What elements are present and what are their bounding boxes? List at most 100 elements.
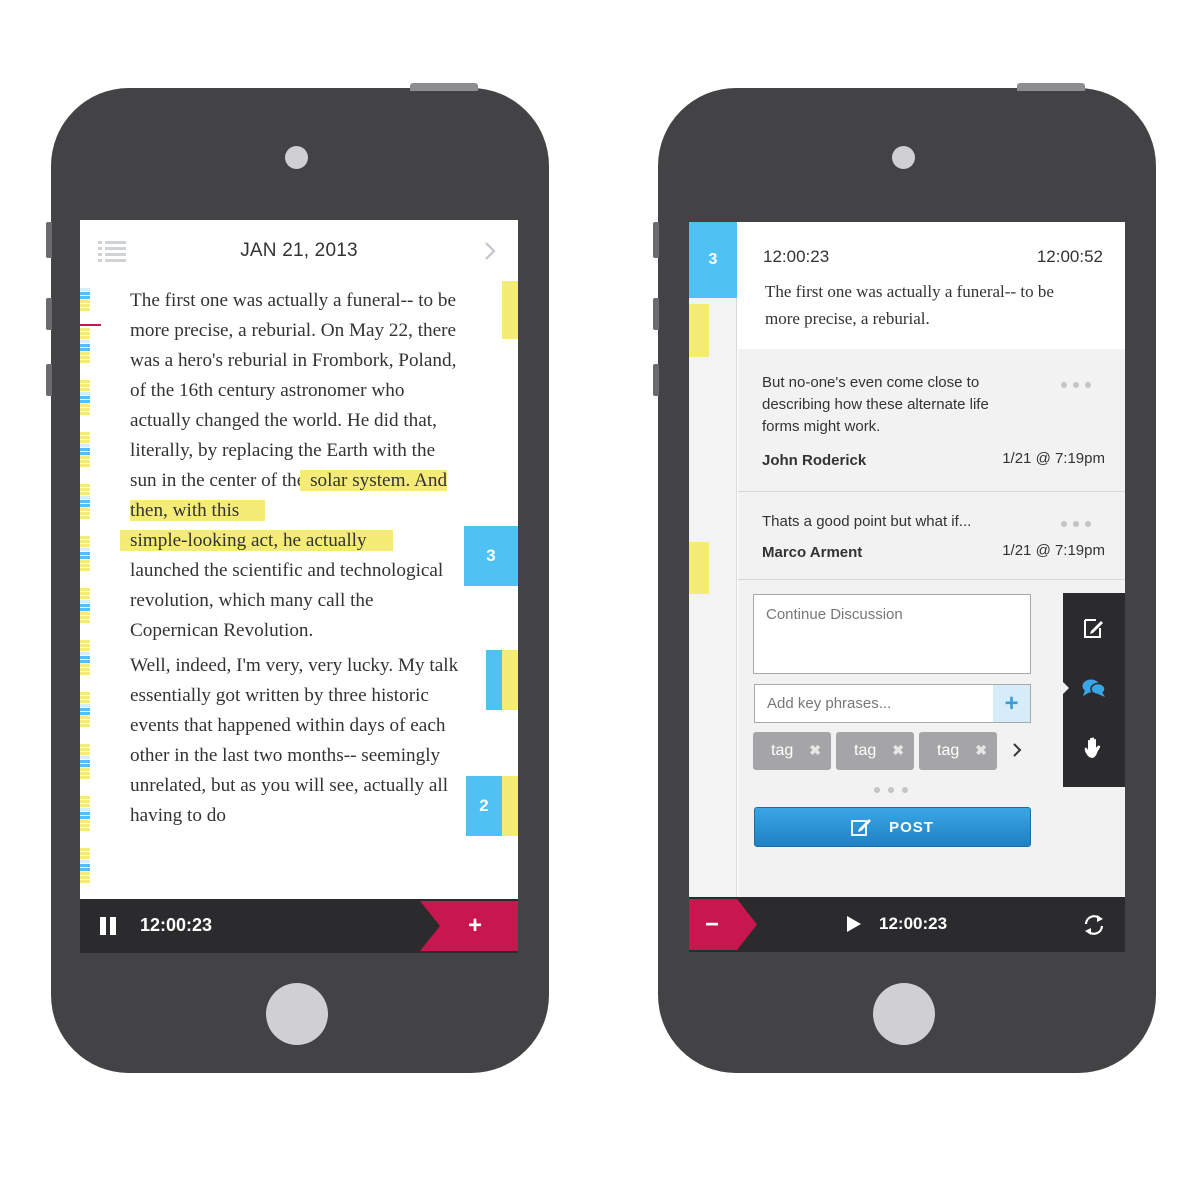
highlight-marker[interactable] xyxy=(502,281,518,339)
timeline-tick xyxy=(80,720,90,723)
comment-count-marker[interactable]: 2 xyxy=(466,776,502,836)
timeline-tick xyxy=(80,388,90,391)
tag-chip[interactable]: tag ✖ xyxy=(919,732,997,770)
highlight-marker[interactable] xyxy=(689,304,709,357)
timeline-tick xyxy=(80,552,90,555)
add-phrase-button[interactable]: + xyxy=(993,685,1030,722)
timeline-tick xyxy=(80,848,90,851)
timeline-tick xyxy=(80,304,90,307)
timeline-tick xyxy=(80,484,90,487)
power-button xyxy=(1017,83,1085,91)
remove-tag-icon[interactable]: ✖ xyxy=(809,742,821,759)
remove-highlight-button[interactable]: − xyxy=(689,899,757,950)
post-button-label: POST xyxy=(889,818,934,836)
timeline-tick xyxy=(80,620,90,623)
timeline-tick xyxy=(80,432,90,435)
timeline-tick xyxy=(80,856,90,859)
session-date: JAN 21, 2013 xyxy=(240,240,358,261)
timeline-tick xyxy=(80,772,90,775)
pause-icon[interactable] xyxy=(99,917,117,935)
timeline-tick xyxy=(80,516,90,519)
timeline-tick xyxy=(80,744,90,747)
timeline-tick xyxy=(80,396,90,399)
comment-count-marker[interactable]: 3 xyxy=(464,526,518,586)
playhead-indicator[interactable] xyxy=(80,324,101,326)
timeline-tick xyxy=(80,404,90,407)
timeline-tick xyxy=(80,804,90,807)
post-button[interactable]: POST xyxy=(754,807,1031,847)
timeline-tick xyxy=(80,564,90,567)
comment-count-marker[interactable]: 3 xyxy=(689,222,737,298)
timeline-tick xyxy=(80,656,90,659)
timeline-tick xyxy=(80,708,90,711)
highlight-marker[interactable] xyxy=(689,542,709,594)
playback-bar: 12:00:23 + xyxy=(80,899,518,953)
comment-author[interactable]: John Roderick xyxy=(762,452,866,469)
highlight-marker[interactable] xyxy=(486,650,502,710)
tag-chip[interactable]: tag ✖ xyxy=(836,732,914,770)
timeline-tick xyxy=(80,612,90,615)
timeline-tick xyxy=(80,756,90,759)
timeline-tick xyxy=(80,700,90,703)
timeline-tick xyxy=(80,604,90,607)
timeline-tick xyxy=(80,864,90,867)
refresh-icon[interactable] xyxy=(1082,913,1106,937)
highlighted-text[interactable]: simple-looking act, he actually xyxy=(130,530,367,551)
timeline-tick xyxy=(80,664,90,667)
timeline-tick xyxy=(80,340,90,343)
quote-end-time: 12:00:52 xyxy=(1036,247,1103,266)
power-button xyxy=(410,83,478,91)
more-tags-icon[interactable] xyxy=(874,787,908,793)
chevron-right-icon[interactable] xyxy=(482,240,498,262)
chat-bubbles-icon[interactable] xyxy=(1082,676,1106,700)
timeline-tick xyxy=(80,796,90,799)
timeline-tick xyxy=(80,800,90,803)
transcript-paragraph[interactable]: Well, indeed, I'm very, very lucky. My t… xyxy=(130,651,460,831)
timeline-tick xyxy=(80,456,90,459)
paragraph-text: launched the scientific and technologica… xyxy=(130,560,444,641)
continue-discussion-field[interactable] xyxy=(753,594,1031,674)
transcript-article: The first one was actually a funeral-- t… xyxy=(130,286,460,836)
comment-item[interactable]: Thats a good point but what if... Marco … xyxy=(738,492,1125,580)
remove-tag-icon[interactable]: ✖ xyxy=(892,742,904,759)
continue-discussion-input[interactable] xyxy=(754,595,1030,673)
timeline-tick xyxy=(80,296,90,299)
timeline-tick xyxy=(80,876,90,879)
timeline-scrubber[interactable] xyxy=(80,288,92,898)
timeline-tick xyxy=(80,816,90,819)
timeline-tick xyxy=(80,672,90,675)
home-button xyxy=(266,983,328,1045)
tool-panel xyxy=(1063,593,1125,787)
timeline-tick xyxy=(80,616,90,619)
key-phrases-input[interactable] xyxy=(755,685,993,722)
timeline-tick xyxy=(80,452,90,455)
remove-tag-icon[interactable]: ✖ xyxy=(975,742,987,759)
discussion-panel: 12:00:23 12:00:52 The first one was actu… xyxy=(738,222,1125,897)
tag-label: tag xyxy=(854,742,877,759)
tag-chip[interactable]: tag ✖ xyxy=(753,732,831,770)
raise-hand-icon[interactable] xyxy=(1082,736,1106,760)
tag-label: tag xyxy=(937,742,960,759)
edit-note-icon[interactable] xyxy=(1082,616,1106,640)
chevron-right-icon[interactable] xyxy=(1010,739,1024,761)
highlight-marker[interactable] xyxy=(502,650,518,710)
timeline-tick xyxy=(80,588,90,591)
play-icon[interactable] xyxy=(846,915,862,933)
comment-author[interactable]: Marco Arment xyxy=(762,544,862,561)
comment-item[interactable]: But no-one's even come close to describi… xyxy=(738,349,1125,492)
timeline-tick xyxy=(80,860,90,863)
timeline-tick xyxy=(80,352,90,355)
transcript-strip[interactable]: 3 xyxy=(689,222,737,897)
volume-down-button xyxy=(653,364,659,396)
highlight-marker[interactable] xyxy=(502,776,518,836)
key-phrases-field[interactable]: + xyxy=(754,684,1031,723)
timeline-tick xyxy=(80,868,90,871)
comment-text: But no-one's even come close to describi… xyxy=(762,374,989,435)
add-highlight-button[interactable]: + xyxy=(420,901,518,951)
more-options-icon[interactable] xyxy=(1061,382,1091,388)
more-options-icon[interactable] xyxy=(1061,521,1091,527)
timeline-tick xyxy=(80,408,90,411)
transcript-paragraph[interactable]: The first one was actually a funeral-- t… xyxy=(130,286,460,646)
timeline-tick xyxy=(80,608,90,611)
edit-icon xyxy=(851,819,872,836)
